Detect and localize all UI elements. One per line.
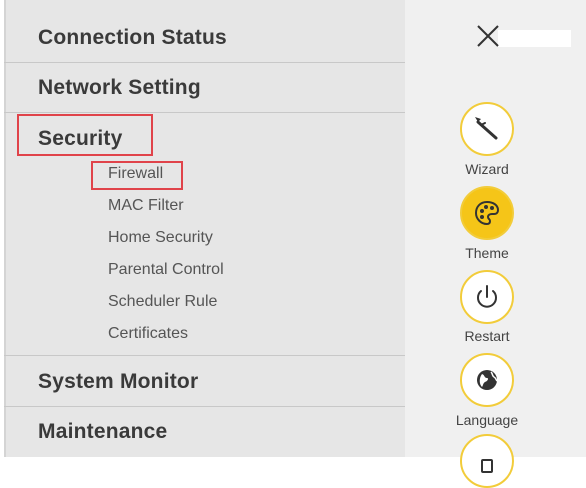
- globe-icon: [477, 370, 498, 390]
- palette-icon: [474, 200, 500, 226]
- submenu-item-home-security[interactable]: Home Security: [108, 226, 213, 250]
- submenu-item-certificates[interactable]: Certificates: [108, 322, 188, 346]
- menu-item-label: Connection Status: [38, 26, 227, 49]
- wizard-label: Wizard: [465, 161, 509, 177]
- close-button[interactable]: [472, 22, 502, 52]
- title-bar-blank: [498, 30, 571, 47]
- device-icon: [481, 459, 493, 473]
- close-icon: [477, 25, 499, 47]
- restart-button[interactable]: [460, 270, 514, 324]
- submenu-item-mac-filter[interactable]: MAC Filter: [108, 194, 184, 218]
- menu-item-connection-status[interactable]: Connection Status: [4, 13, 405, 63]
- security-highlight-box: [17, 114, 153, 156]
- menu-item-network-setting[interactable]: Network Setting: [4, 63, 405, 113]
- theme-button[interactable]: [460, 186, 514, 240]
- restart-label: Restart: [464, 328, 510, 344]
- theme-label: Theme: [465, 245, 509, 261]
- submenu-item-parental-control[interactable]: Parental Control: [108, 258, 224, 282]
- language-button[interactable]: [460, 353, 514, 407]
- menu-item-maintenance[interactable]: Maintenance: [4, 407, 405, 457]
- menu-item-label: Maintenance: [38, 420, 168, 443]
- language-label: Language: [455, 412, 519, 428]
- menu-item-label: Network Setting: [38, 76, 201, 99]
- wizard-button[interactable]: [460, 102, 514, 156]
- more-button[interactable]: [460, 434, 514, 488]
- navigation-menu: Connection Status Network Setting Securi…: [4, 0, 405, 457]
- divider: [4, 355, 405, 356]
- menu-item-label: System Monitor: [38, 370, 199, 393]
- wand-icon: [475, 117, 498, 140]
- divider: [4, 112, 405, 113]
- power-icon: [477, 285, 497, 308]
- firewall-highlight-box: [91, 161, 183, 190]
- menu-item-system-monitor[interactable]: System Monitor: [4, 357, 405, 407]
- submenu-item-scheduler-rule[interactable]: Scheduler Rule: [108, 290, 217, 314]
